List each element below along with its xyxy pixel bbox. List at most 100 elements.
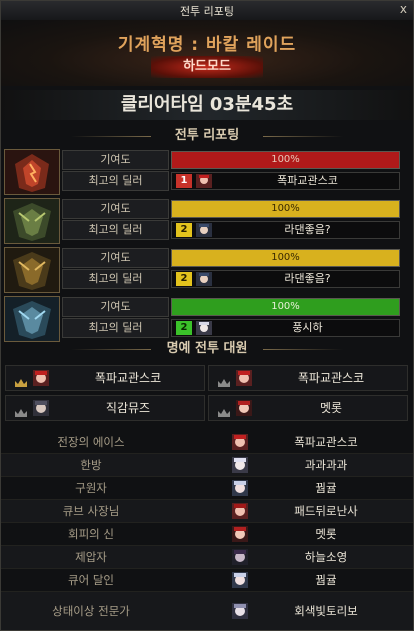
member-name: 직감뮤즈 — [105, 401, 151, 415]
avatar — [232, 526, 248, 542]
title-row[interactable]: 큐어 달인 꿤귤 — [1, 569, 413, 592]
title-row[interactable]: 한방 과과과과 — [1, 454, 413, 477]
title-label: 회피의 신 — [68, 527, 114, 541]
contribution-label: 기여도 — [62, 248, 169, 268]
player-name: 하늘소영 — [304, 550, 348, 564]
honor-member[interactable]: 폭파교관스코 — [208, 365, 408, 391]
boss-portrait — [4, 247, 60, 293]
avatar — [232, 480, 248, 496]
title-row[interactable]: 전장의 에이스 폭파교관스코 — [1, 431, 413, 454]
top-dealer[interactable]: 2 라댄좋음? — [171, 221, 400, 239]
boss-entry: 기여도 100% 최고의 딜러 1 폭파교관스코 — [4, 149, 411, 195]
member-name: 폭파교관스코 — [297, 371, 365, 385]
avatar — [196, 272, 212, 286]
boss-entry: 기여도 100% 최고의 딜러 2 라댄좋음? — [4, 198, 411, 244]
top-dealer[interactable]: 2 라댄좋음? — [171, 270, 400, 288]
contribution-label: 기여도 — [62, 199, 169, 219]
honor-member[interactable]: 직감뮤즈 — [5, 395, 205, 421]
member-name: 멧롯 — [319, 401, 343, 415]
avatar — [196, 174, 212, 188]
player-name: 회색빛토리보 — [294, 604, 358, 618]
contribution-row: 기여도 100% — [62, 199, 400, 219]
player-name: 꿤귤 — [315, 481, 337, 495]
raid-name: 기계혁명 : 바칼 레이드 — [117, 35, 297, 55]
contribution-bar: 100% — [171, 151, 400, 169]
rank-badge: 2 — [176, 272, 192, 286]
contribution-bar: 100% — [171, 298, 400, 316]
boss-portrait — [4, 149, 60, 195]
rank-badge: 2 — [176, 223, 192, 237]
title-row[interactable]: 회피의 신 멧롯 — [1, 523, 413, 546]
rank-badge: 2 — [176, 321, 192, 335]
title-row[interactable]: 구원자 꿤귤 — [1, 477, 413, 500]
avatar — [33, 370, 49, 386]
boss-entry: 기여도 100% 최고의 딜러 2 풍시하 — [4, 296, 411, 342]
avatar — [232, 572, 248, 588]
top-dealer-row: 최고의 딜러 1 폭파교관스코 — [62, 171, 400, 191]
honor-row: 직감뮤즈 멧롯 — [5, 395, 411, 421]
honor-member[interactable]: 멧롯 — [208, 395, 408, 421]
title-row[interactable]: 큐브 사장님 패드뒤로난사 — [1, 500, 413, 523]
title-row[interactable]: 제압자 하늘소영 — [1, 546, 413, 569]
title-label: 큐브 사장님 — [62, 504, 120, 518]
boss-portrait — [4, 296, 60, 342]
window-title: 전투 리포팅 — [179, 5, 235, 18]
top-dealer-row: 최고의 딜러 2 라댄좋음? — [62, 269, 400, 289]
top-dealer-label: 최고의 딜러 — [62, 318, 169, 338]
boss-portrait — [4, 198, 60, 244]
crown-icon — [14, 403, 28, 417]
avatar — [196, 223, 212, 237]
contribution-label: 기여도 — [62, 150, 169, 170]
title-label: 구원자 — [75, 481, 107, 495]
battle-report-window: 전투 리포팅 x 기계혁명 : 바칼 레이드 하드모드 클리어타임 03분45초… — [0, 0, 414, 631]
close-button[interactable]: x — [400, 2, 407, 16]
title-label: 큐어 달인 — [68, 573, 114, 587]
contribution-row: 기여도 100% — [62, 248, 400, 268]
crown-icon — [14, 373, 28, 387]
avatar — [196, 321, 212, 335]
top-dealer[interactable]: 2 풍시하 — [171, 319, 400, 337]
dealer-name: 폭파교관스코 — [277, 174, 338, 187]
avatar — [232, 457, 248, 473]
difficulty-badge: 하드모드 — [151, 56, 263, 78]
member-name: 폭파교관스코 — [94, 371, 162, 385]
top-dealer-label: 최고의 딜러 — [62, 171, 169, 191]
clear-time: 클리어타임 03분45초 — [1, 90, 413, 120]
contribution-bar: 100% — [171, 249, 400, 267]
title-label: 한방 — [80, 458, 102, 472]
dealer-name: 라댄좋음? — [284, 272, 331, 285]
top-dealer-label: 최고의 딜러 — [62, 220, 169, 240]
contribution-label: 기여도 — [62, 297, 169, 317]
avatar — [232, 503, 248, 519]
dealer-name: 라댄좋음? — [284, 223, 331, 236]
top-dealer[interactable]: 1 폭파교관스코 — [171, 172, 400, 190]
contribution-row: 기여도 100% — [62, 297, 400, 317]
crown-icon — [217, 373, 231, 387]
dealer-name: 풍시하 — [292, 321, 323, 334]
avatar — [236, 370, 252, 386]
honor-member[interactable]: 폭파교관스코 — [5, 365, 205, 391]
honor-row: 폭파교관스코 폭파교관스코 — [5, 365, 411, 391]
player-name: 패드뒤로난사 — [294, 504, 358, 518]
avatar — [33, 400, 49, 416]
raid-header: 기계혁명 : 바칼 레이드 하드모드 — [1, 20, 413, 86]
contribution-bar: 100% — [171, 200, 400, 218]
player-name: 꿤귤 — [315, 573, 337, 587]
avatar — [236, 400, 252, 416]
player-name: 폭파교관스코 — [294, 435, 358, 449]
crown-icon — [217, 403, 231, 417]
top-dealer-row: 최고의 딜러 2 풍시하 — [62, 318, 400, 338]
battle-report-heading: 전투 리포팅 — [1, 126, 413, 146]
boss-entry: 기여도 100% 최고의 딜러 2 라댄좋음? — [4, 247, 411, 293]
avatar — [232, 434, 248, 450]
title-label: 전장의 에이스 — [57, 435, 125, 449]
player-name: 멧롯 — [315, 527, 337, 541]
contribution-row: 기여도 100% — [62, 150, 400, 170]
title-label: 제압자 — [75, 550, 107, 564]
top-dealer-row: 최고의 딜러 2 라댄좋음? — [62, 220, 400, 240]
avatar — [232, 603, 248, 619]
title-label: 상태이상 전문가 — [52, 604, 130, 618]
honor-heading: 명예 전투 대원 — [1, 339, 413, 359]
title-row[interactable]: 상태이상 전문가 회색빛토리보 — [1, 592, 413, 630]
title-bar[interactable]: 전투 리포팅 x — [1, 1, 413, 21]
